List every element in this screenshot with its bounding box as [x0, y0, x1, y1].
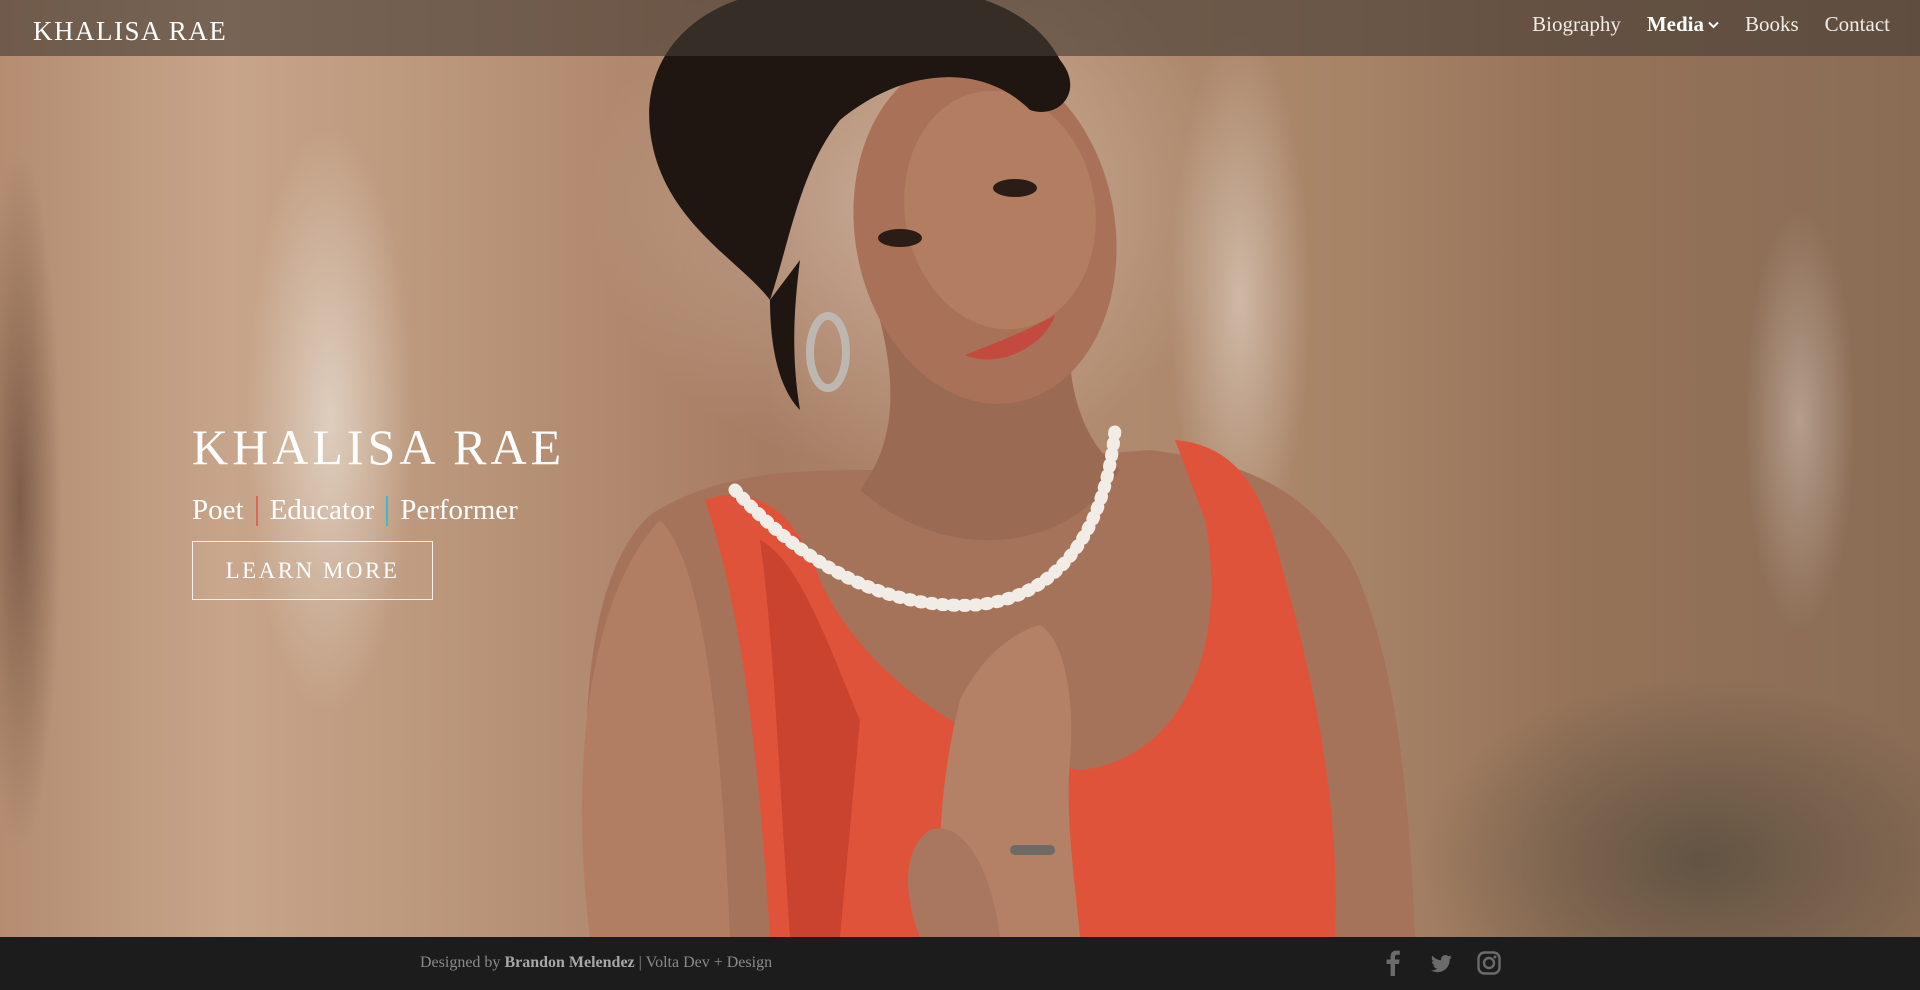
credit-studio: Volta Dev + Design: [645, 954, 773, 971]
credit-separator: |: [638, 954, 642, 971]
role-performer: Performer: [400, 494, 518, 526]
credit-prefix: Designed by: [420, 954, 501, 971]
site-logo[interactable]: KHALISA RAE: [33, 16, 227, 47]
instagram-icon[interactable]: [1476, 949, 1502, 977]
top-navigation: KHALISA RAE Biography Media Books Contac…: [0, 0, 1920, 56]
hero-roles: Poet Educator Performer: [192, 494, 518, 527]
credit-designer-link[interactable]: Brandon Melendez: [504, 954, 634, 971]
role-poet: Poet: [192, 494, 244, 526]
nav-item-contact[interactable]: Contact: [1825, 12, 1890, 37]
social-links: [1380, 949, 1502, 977]
nav-item-media[interactable]: Media: [1647, 12, 1719, 37]
main-menu: Biography Media Books Contact: [1532, 12, 1890, 37]
role-separator-red: [255, 495, 258, 526]
learn-more-button[interactable]: LEARN MORE: [192, 541, 433, 600]
role-separator-teal: [386, 495, 389, 526]
nav-item-biography[interactable]: Biography: [1532, 12, 1621, 37]
nav-item-media-label: Media: [1646, 12, 1704, 36]
twitter-icon[interactable]: [1428, 949, 1454, 977]
facebook-icon[interactable]: [1380, 949, 1406, 977]
chevron-down-icon: [1708, 18, 1719, 33]
hero-title: KHALISA RAE: [192, 419, 566, 475]
footer-credit: Designed by Brandon Melendez | Volta Dev…: [420, 954, 772, 972]
site-footer: Designed by Brandon Melendez | Volta Dev…: [0, 937, 1920, 990]
nav-item-books[interactable]: Books: [1745, 12, 1799, 37]
role-educator: Educator: [269, 494, 375, 526]
